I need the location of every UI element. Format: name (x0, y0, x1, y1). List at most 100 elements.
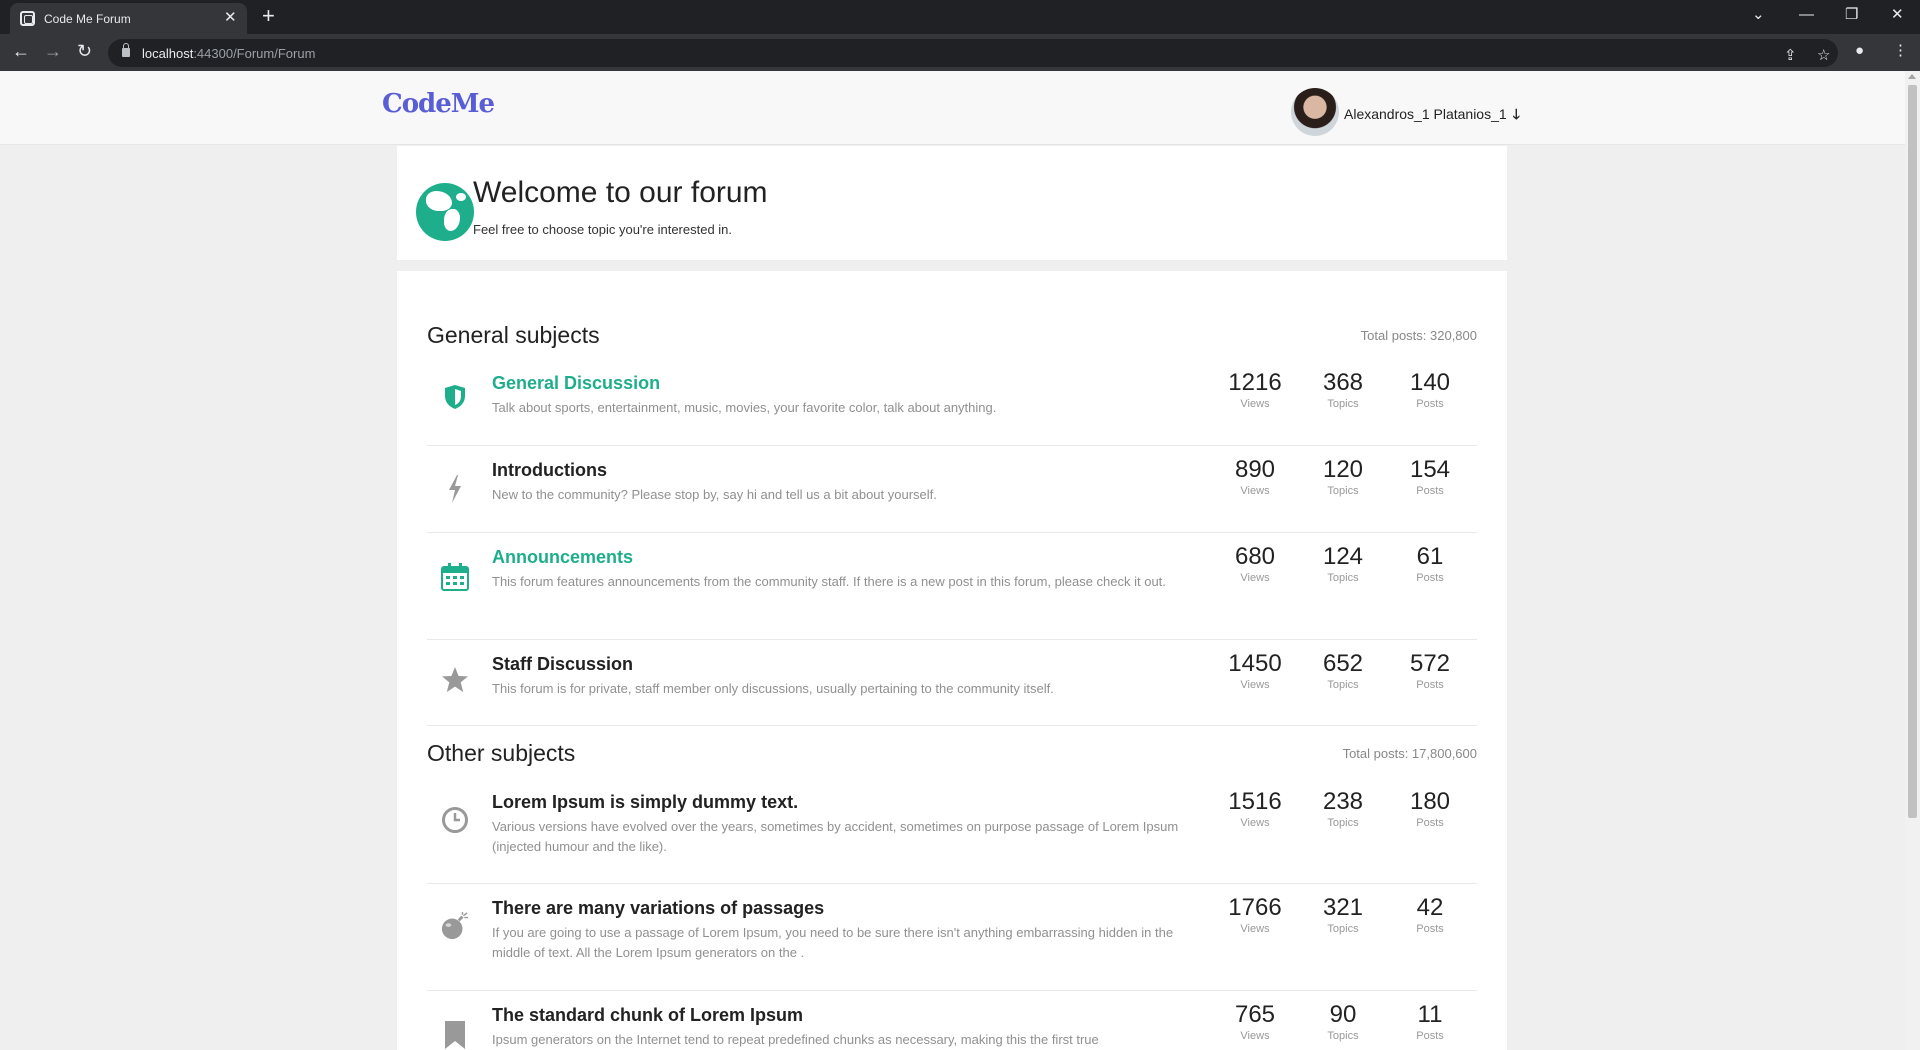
lock-icon[interactable] (122, 43, 130, 57)
views-count: 1766 (1228, 894, 1282, 921)
forum-list-card: General subjects Total posts: 320,800 Ge… (397, 271, 1507, 1050)
back-icon[interactable]: ← (12, 41, 30, 61)
posts-stat: 154 Posts (1395, 456, 1465, 497)
posts-stat: 180 Posts (1395, 788, 1465, 829)
posts-count: 42 (1416, 894, 1444, 921)
topics-label: Topics (1327, 817, 1359, 829)
posts-label: Posts (1416, 923, 1444, 935)
arrow-down-icon: 🡓 (1512, 106, 1520, 122)
posts-stat: 61 Posts (1395, 543, 1465, 584)
forum-title-link[interactable]: There are many variations of passages (492, 898, 824, 919)
shield-icon (441, 383, 469, 411)
url-text[interactable]: localhost:44300/Forum/Forum (142, 46, 315, 61)
views-label: Views (1240, 923, 1270, 935)
section-header: General subjects Total posts: 320,800 (427, 322, 1477, 352)
posts-stat: 140 Posts (1395, 369, 1465, 410)
forum-title-link[interactable]: Introductions (492, 460, 607, 481)
views-stat: 1766 Views (1220, 894, 1290, 935)
forum-row[interactable]: There are many variations of passages If… (427, 884, 1477, 991)
views-label: Views (1240, 817, 1270, 829)
topics-count: 368 (1322, 369, 1364, 396)
topics-label: Topics (1327, 572, 1359, 584)
views-stat: 1216 Views (1220, 369, 1290, 410)
profile-icon[interactable]: ● (1855, 42, 1864, 60)
forum-row[interactable]: The standard chunk of Lorem Ipsum Ipsum … (427, 991, 1477, 1050)
browser-tab[interactable]: Code Me Forum ✕ (10, 3, 247, 34)
share-icon[interactable]: ⇪ (1784, 47, 1797, 65)
views-label: Views (1240, 679, 1270, 691)
topics-count: 120 (1322, 456, 1364, 483)
globe-icon (416, 183, 474, 241)
section-title: General subjects (427, 322, 600, 348)
forum-description: New to the community? Please stop by, sa… (492, 487, 937, 502)
topics-stat: 120 Topics (1308, 456, 1378, 497)
brand-logo[interactable]: CodeMe (382, 89, 495, 119)
posts-count: 572 (1409, 650, 1451, 677)
posts-label: Posts (1416, 485, 1444, 497)
reload-icon[interactable]: ↻ (77, 41, 92, 61)
forum-row[interactable]: Announcements This forum features announ… (427, 533, 1477, 640)
posts-label: Posts (1416, 679, 1444, 691)
close-window-icon[interactable]: ✕ (1891, 6, 1904, 24)
forum-description: Ipsum generators on the Internet tend to… (492, 1032, 1099, 1047)
views-label: Views (1240, 485, 1270, 497)
topics-count: 321 (1322, 894, 1364, 921)
posts-count: 154 (1409, 456, 1451, 483)
calendar-icon (441, 563, 469, 591)
topics-label: Topics (1327, 398, 1359, 410)
bolt-icon (441, 475, 469, 503)
welcome-card: Welcome to our forum Feel free to choose… (397, 146, 1507, 260)
section-total: Total posts: 320,800 (1360, 328, 1477, 343)
close-tab-icon[interactable]: ✕ (224, 9, 237, 27)
bookmark-icon (441, 1021, 469, 1049)
menu-kebab-icon[interactable]: ⋮ (1893, 42, 1908, 60)
forward-icon[interactable]: → (44, 41, 62, 61)
page-viewport: CodeMe Alexandros_1 Platanios_1 🡓 Welcome… (0, 71, 1905, 1050)
topics-count: 90 (1329, 1001, 1357, 1028)
user-name: Alexandros_1 Platanios_1 (1344, 106, 1507, 122)
topics-stat: 652 Topics (1308, 650, 1378, 691)
views-stat: 680 Views (1220, 543, 1290, 584)
new-tab-button[interactable]: + (262, 3, 275, 29)
topics-label: Topics (1327, 679, 1359, 691)
tab-search-icon[interactable]: ⌄ (1752, 6, 1765, 24)
user-menu[interactable]: Alexandros_1 Platanios_1 🡓 (1344, 104, 1520, 128)
forum-description: Various versions have evolved over the y… (492, 819, 1179, 854)
restore-icon[interactable]: ❐ (1845, 6, 1858, 24)
posts-count: 140 (1409, 369, 1451, 396)
posts-count: 61 (1416, 543, 1444, 570)
forum-row[interactable]: Staff Discussion This forum is for priva… (427, 640, 1477, 726)
bookmark-star-icon[interactable]: ☆ (1817, 47, 1830, 65)
views-count: 1216 (1228, 369, 1282, 396)
topics-count: 652 (1322, 650, 1364, 677)
page-title: Welcome to our forum (473, 176, 768, 209)
forum-title-link[interactable]: General Discussion (492, 373, 660, 394)
avatar[interactable] (1291, 88, 1339, 136)
forum-row[interactable]: Lorem Ipsum is simply dummy text. Variou… (427, 778, 1477, 884)
minimize-icon[interactable]: — (1799, 6, 1814, 24)
forum-row[interactable]: Introductions New to the community? Plea… (427, 446, 1477, 533)
scroll-thumb[interactable] (1908, 85, 1917, 818)
posts-count: 11 (1417, 1001, 1443, 1028)
topics-stat: 124 Topics (1308, 543, 1378, 584)
views-count: 1516 (1228, 788, 1282, 815)
posts-stat: 42 Posts (1395, 894, 1465, 935)
views-stat: 765 Views (1220, 1001, 1290, 1042)
section-total: Total posts: 17,800,600 (1342, 746, 1477, 761)
topics-count: 238 (1322, 788, 1364, 815)
forum-title-link[interactable]: Announcements (492, 547, 633, 568)
views-count: 1450 (1228, 650, 1282, 677)
forum-row[interactable]: General Discussion Talk about sports, en… (427, 359, 1477, 446)
topics-stat: 321 Topics (1308, 894, 1378, 935)
site-favicon-icon (20, 11, 35, 26)
section-header: Other subjects Total posts: 17,800,600 (427, 740, 1477, 770)
posts-stat: 11 Posts (1395, 1001, 1465, 1042)
page-scrollbar[interactable] (1905, 71, 1920, 1050)
forum-title-link[interactable]: Staff Discussion (492, 654, 633, 675)
views-count: 680 (1234, 543, 1276, 570)
scroll-up-icon[interactable] (1908, 74, 1916, 79)
forum-title-link[interactable]: The standard chunk of Lorem Ipsum (492, 1005, 803, 1026)
address-bar[interactable]: localhost:44300/Forum/Forum ⇪ ☆ (108, 39, 1838, 67)
forum-title-link[interactable]: Lorem Ipsum is simply dummy text. (492, 792, 798, 813)
topics-stat: 368 Topics (1308, 369, 1378, 410)
